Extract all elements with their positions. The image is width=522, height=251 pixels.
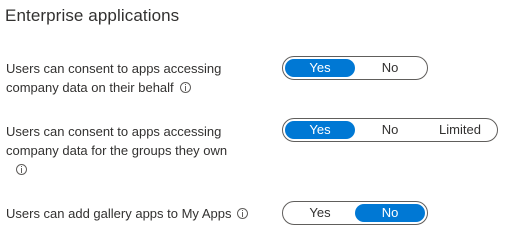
setting-label: Users can consent to apps accessing comp… xyxy=(6,59,221,97)
setting-label-line2: company data for the groups they own xyxy=(6,143,228,158)
info-row xyxy=(6,160,227,176)
section-title: Enterprise applications xyxy=(5,6,180,25)
setting-label: Users can add gallery apps to My Apps xyxy=(6,204,249,223)
option-yes[interactable]: Yes xyxy=(285,121,355,139)
option-no[interactable]: No xyxy=(355,59,425,77)
setting-label-line1: Users can consent to apps accessing xyxy=(6,124,222,139)
info-icon[interactable] xyxy=(16,164,27,175)
option-limited[interactable]: Limited xyxy=(425,121,495,139)
info-icon[interactable] xyxy=(237,208,249,219)
option-yes[interactable]: Yes xyxy=(285,59,355,77)
setting-label-line2: company data on their behalf xyxy=(6,80,174,95)
setting-label-line2-row: company data on their behalf xyxy=(6,78,221,97)
info-icon[interactable] xyxy=(179,82,191,93)
setting-label: Users can consent to apps accessing comp… xyxy=(6,122,227,176)
setting-label-line1: Users can consent to apps accessing xyxy=(6,61,222,76)
option-no[interactable]: No xyxy=(355,204,425,222)
toggle-user-consent[interactable]: Yes No xyxy=(282,56,428,80)
option-no[interactable]: No xyxy=(355,121,425,139)
toggle-group-owner-consent[interactable]: Yes No Limited xyxy=(282,118,498,142)
option-yes[interactable]: Yes xyxy=(285,204,355,222)
toggle-gallery-apps[interactable]: Yes No xyxy=(282,201,428,225)
setting-label-line1: Users can add gallery apps to My Apps xyxy=(6,206,232,221)
